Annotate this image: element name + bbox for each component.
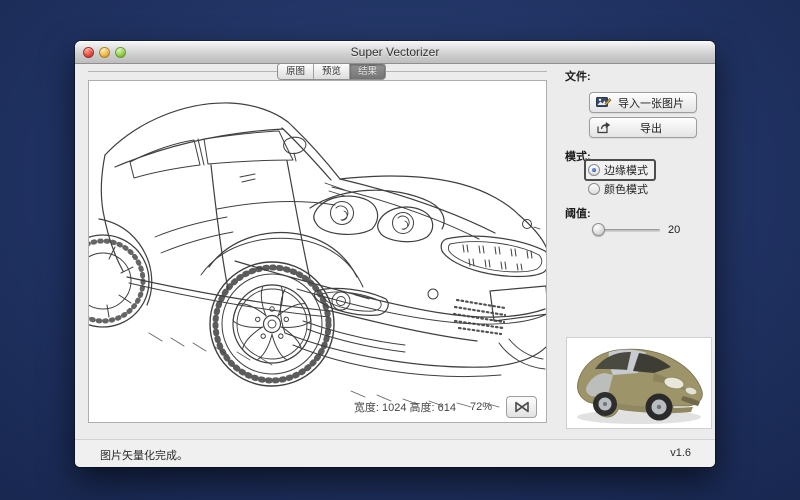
- import-image-button[interactable]: 导入一张图片: [589, 92, 697, 113]
- image-canvas: 宽度: 1024 高度: 614 72%: [88, 80, 547, 423]
- threshold-label: 阈值:: [565, 205, 591, 221]
- fit-to-window-button[interactable]: [506, 396, 537, 418]
- canvas-info-bar: 宽度: 1024 高度: 614 72%: [354, 396, 537, 418]
- original-image-thumbnail: [566, 337, 712, 429]
- export-button-label: 导出: [612, 120, 690, 136]
- radio-edge-mode-control[interactable]: [588, 164, 600, 176]
- tab-result[interactable]: 结果: [349, 64, 385, 79]
- threshold-slider[interactable]: 20: [592, 223, 702, 237]
- desktop-background: { "window": { "title": "Super Vectorizer…: [0, 0, 800, 500]
- status-bar: 图片矢量化完成。 v1.6: [75, 439, 715, 467]
- radio-edge-mode-label: 边缘模式: [604, 162, 648, 178]
- tab-original[interactable]: 原图: [278, 64, 313, 79]
- export-button[interactable]: 导出: [589, 117, 697, 138]
- radio-color-mode-control[interactable]: [588, 183, 600, 195]
- export-icon: [596, 121, 612, 134]
- radio-edge-mode[interactable]: 边缘模式: [584, 159, 656, 181]
- view-tabs: 原图 预览 结果: [277, 63, 386, 80]
- title-bar[interactable]: Super Vectorizer: [75, 41, 715, 64]
- window-title: Super Vectorizer: [75, 41, 715, 63]
- radio-color-mode-label: 颜色模式: [604, 181, 648, 197]
- image-dimensions: 宽度: 1024 高度: 614: [354, 399, 456, 415]
- tab-preview[interactable]: 预览: [313, 64, 349, 79]
- fit-to-window-icon: [514, 401, 530, 413]
- import-button-label: 导入一张图片: [612, 95, 690, 111]
- app-window: Super Vectorizer 原图 预览 结果: [75, 41, 715, 467]
- threshold-value: 20: [668, 223, 680, 237]
- file-section-label: 文件:: [565, 68, 591, 84]
- status-message: 图片矢量化完成。: [100, 447, 188, 463]
- vectorized-car-drawing: [89, 81, 547, 423]
- slider-thumb[interactable]: [592, 223, 605, 236]
- original-car-photo: [567, 338, 711, 428]
- radio-color-mode[interactable]: 颜色模式: [588, 181, 648, 197]
- zoom-level: 72%: [470, 401, 492, 413]
- app-version: v1.6: [670, 447, 691, 459]
- import-image-icon: [596, 96, 612, 109]
